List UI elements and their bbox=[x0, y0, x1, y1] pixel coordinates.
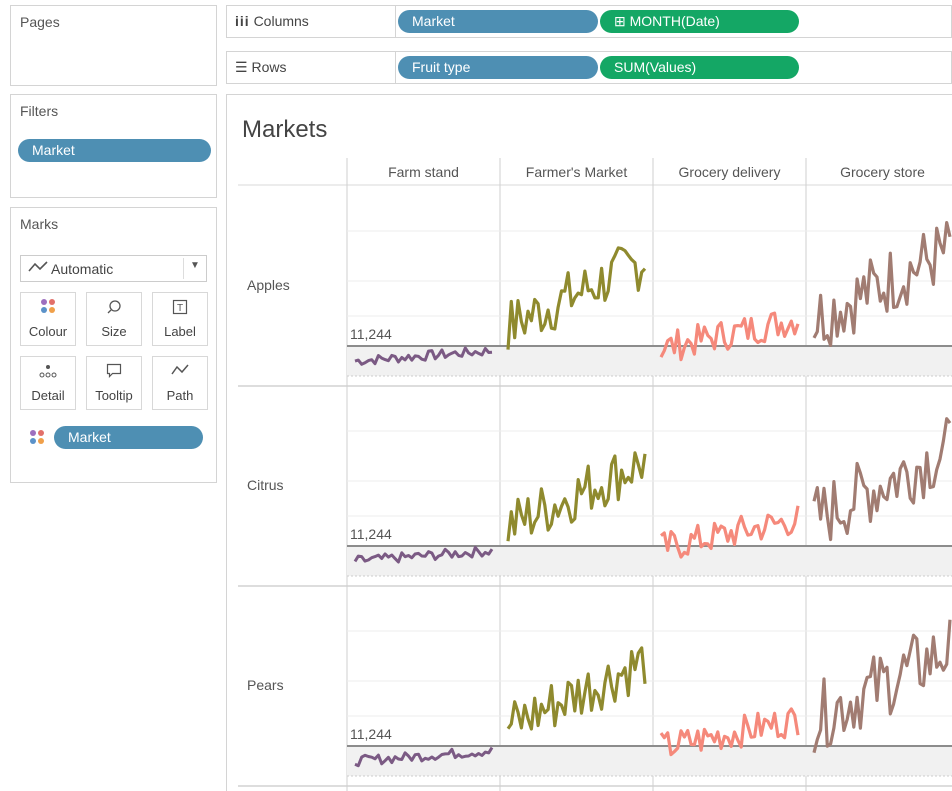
colour-label: Colour bbox=[28, 324, 68, 339]
column-header-farm-stand: Farm stand bbox=[388, 164, 459, 180]
detail-button[interactable]: Detail bbox=[20, 356, 76, 410]
column-header-grocery-store: Grocery store bbox=[840, 164, 925, 180]
row-header-citrus: Citrus bbox=[247, 477, 284, 493]
marks-panel: Marks Automatic ▼ Colour Size T Label De… bbox=[10, 207, 217, 483]
text-label-icon: T bbox=[153, 299, 207, 318]
columns-shelf-label: iii Columns bbox=[235, 13, 309, 29]
view-title: Markets bbox=[242, 116, 328, 143]
rows-shelf-divider bbox=[395, 52, 396, 83]
path-label: Path bbox=[166, 388, 194, 403]
label-button[interactable]: T Label bbox=[152, 292, 208, 346]
label-label: Label bbox=[164, 324, 196, 339]
size-label: Size bbox=[101, 324, 127, 339]
colour-encoding-icon bbox=[30, 430, 44, 449]
colour-dots-icon bbox=[21, 299, 75, 316]
line-mark-icon bbox=[28, 260, 48, 277]
pages-panel: Pages bbox=[10, 5, 217, 86]
rows-label-text: Rows bbox=[251, 59, 287, 75]
detail-icon bbox=[21, 363, 75, 382]
marks-title: Marks bbox=[20, 216, 59, 232]
chevron-down-icon: ▼ bbox=[190, 260, 200, 271]
mark-type-dropdown[interactable]: Automatic ▼ bbox=[20, 255, 207, 282]
filters-title: Filters bbox=[20, 103, 59, 119]
columns-pill-market[interactable]: Market bbox=[398, 10, 598, 33]
tooltip-label: Tooltip bbox=[95, 388, 133, 403]
rows-shelf-label: ☰ Rows bbox=[235, 59, 286, 76]
tooltip-button[interactable]: Tooltip bbox=[86, 356, 142, 410]
size-icon bbox=[87, 299, 141, 318]
pages-title: Pages bbox=[20, 14, 60, 30]
column-header-farmers-market: Farmer's Market bbox=[525, 164, 628, 180]
path-icon bbox=[153, 363, 207, 380]
columns-label-text: Columns bbox=[253, 13, 309, 29]
rows-pill-fruit-type[interactable]: Fruit type bbox=[398, 56, 598, 79]
filters-panel: Filters Market bbox=[10, 94, 217, 198]
row-header-pears: Pears bbox=[247, 677, 284, 693]
colour-button[interactable]: Colour bbox=[20, 292, 76, 346]
filter-pill-market[interactable]: Market bbox=[18, 139, 211, 162]
marks-pill-market[interactable]: Market bbox=[54, 426, 203, 449]
dropdown-divider bbox=[183, 258, 184, 279]
columns-icon: iii bbox=[235, 13, 250, 29]
rows-pill-sum-values[interactable]: SUM(Values) bbox=[600, 56, 799, 79]
mark-type-label: Automatic bbox=[51, 261, 114, 277]
tooltip-icon bbox=[87, 363, 141, 382]
rows-shelf: ☰ Rows Fruit type SUM(Values) bbox=[226, 51, 952, 84]
columns-shelf-divider bbox=[395, 6, 396, 37]
detail-label: Detail bbox=[31, 388, 65, 403]
size-button[interactable]: Size bbox=[86, 292, 142, 346]
columns-pill-month-date[interactable]: ⊞ MONTH(Date) bbox=[600, 10, 799, 33]
row-header-apples: Apples bbox=[247, 277, 290, 293]
svg-text:T: T bbox=[177, 303, 183, 314]
column-header-grocery-delivery: Grocery delivery bbox=[678, 164, 781, 180]
view-area bbox=[226, 94, 952, 791]
columns-shelf: iii Columns Market ⊞ MONTH(Date) bbox=[226, 5, 952, 38]
path-button[interactable]: Path bbox=[152, 356, 208, 410]
rows-icon: ☰ bbox=[235, 59, 248, 75]
